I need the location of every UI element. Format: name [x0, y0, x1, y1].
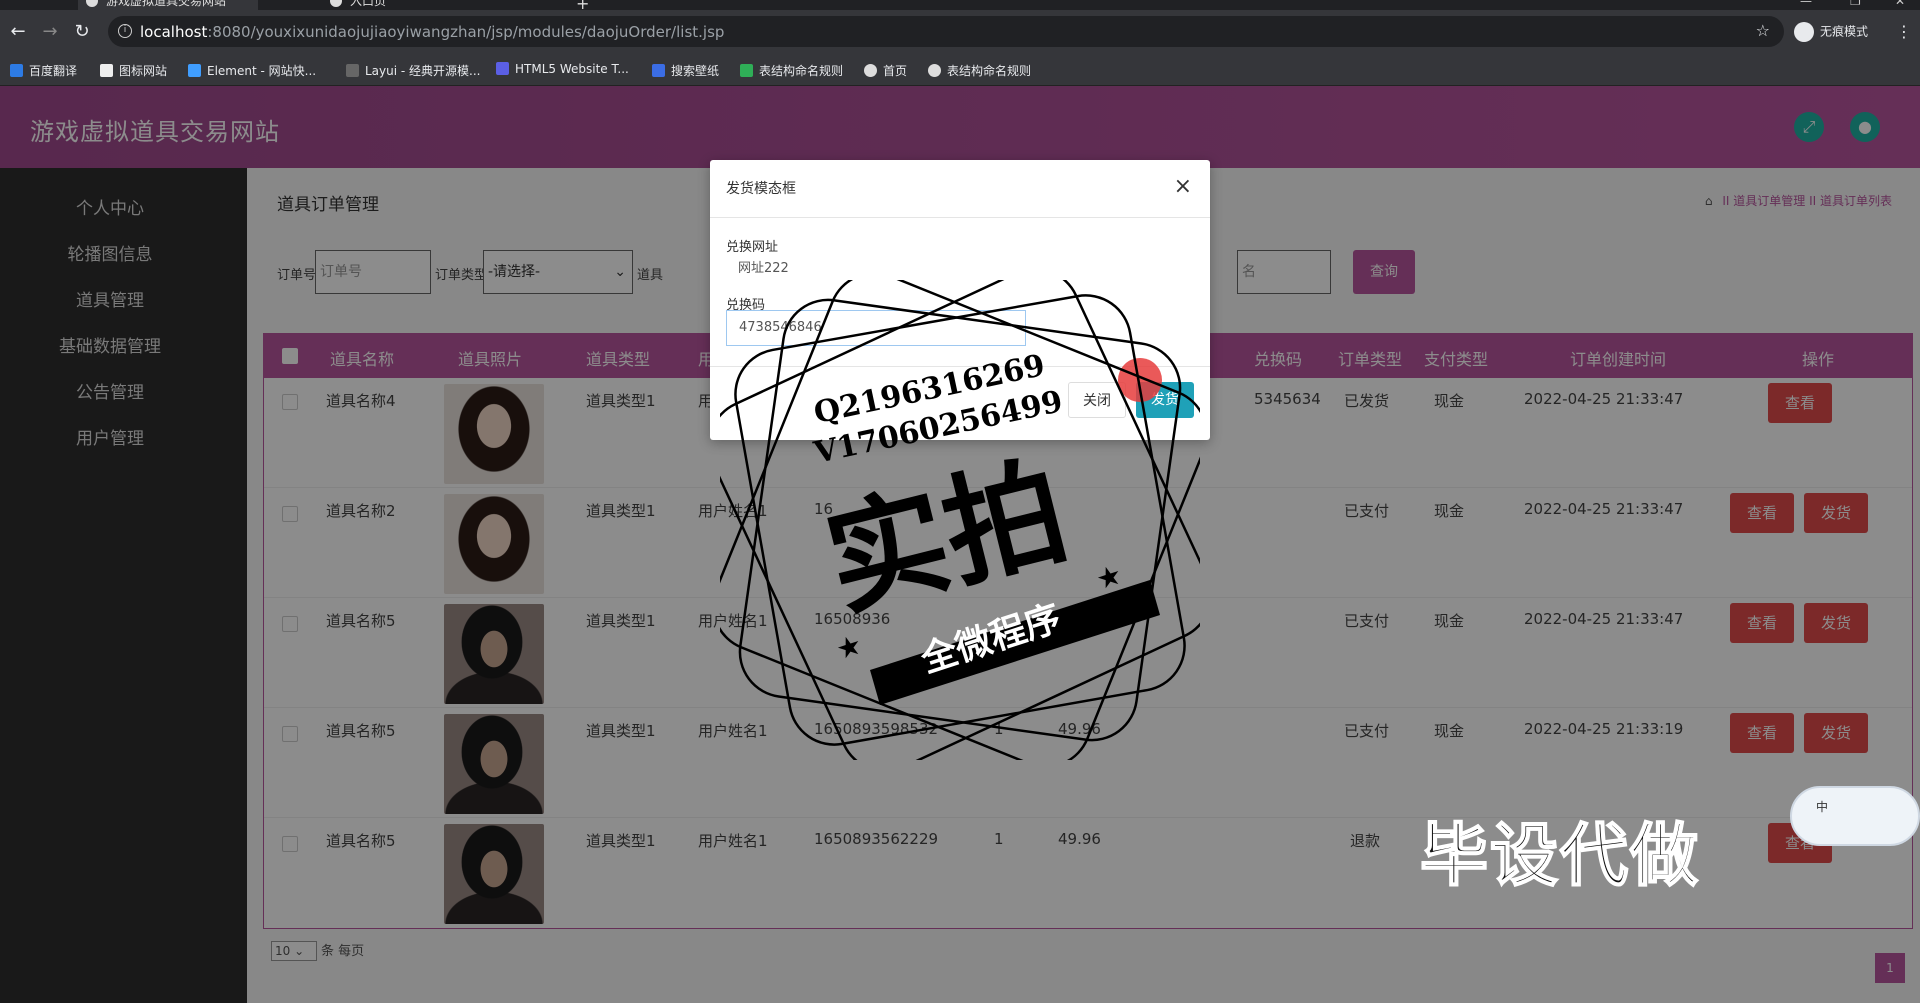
bookmark-label: 表结构命名规则 — [947, 64, 1032, 78]
flag-icon — [100, 64, 113, 77]
incognito-icon — [1794, 22, 1814, 42]
site-info-icon[interactable]: i — [118, 24, 132, 38]
tab-favicon-icon — [86, 0, 98, 7]
watermark-corner-text: 毕设代做 — [1419, 816, 1701, 897]
bookmark-item[interactable]: 表结构命名规则 — [928, 62, 1031, 79]
html5-icon — [496, 62, 509, 75]
back-icon[interactable]: ← — [8, 22, 28, 42]
incognito-indicator[interactable]: 无痕模式 — [1794, 22, 1868, 42]
tab-favicon-icon — [330, 0, 342, 7]
globe-icon — [928, 64, 941, 77]
url-input[interactable]: i localhost:8080/youxixunidaojujiaoyiwan… — [108, 16, 1784, 47]
url-host: localhost — [140, 23, 208, 41]
bookmark-label: Element - 网站快... — [207, 64, 317, 78]
reload-icon[interactable]: ↻ — [72, 22, 92, 42]
incognito-label: 无痕模式 — [1820, 24, 1869, 39]
bookmark-item[interactable]: 百度翻译 — [10, 62, 77, 79]
bookmark-item[interactable]: 表结构命名规则 — [740, 62, 843, 79]
bookmark-label: 百度翻译 — [29, 64, 78, 78]
forward-icon[interactable]: → — [40, 22, 60, 42]
browser-menu-icon[interactable]: ⋮ — [1896, 22, 1912, 41]
bookmark-label: HTML5 Website T... — [515, 62, 629, 76]
browser-tab[interactable]: 入口页 — [322, 0, 482, 10]
bookmarks-bar: 百度翻译 图标网站 Element - 网站快... Layui - 经典开源模… — [0, 53, 1920, 86]
bookmark-item[interactable]: 图标网站 — [100, 62, 167, 79]
browser-tabstrip: 游戏虚拟道具交易网站 入口页 + — ❐ ✕ — [0, 0, 1920, 13]
element-icon — [188, 64, 201, 77]
bookmark-item[interactable]: 搜索壁纸 — [652, 62, 719, 79]
floating-ime-widget[interactable]: 中 — [1790, 786, 1920, 846]
bookmark-item[interactable]: 首页 — [864, 62, 907, 79]
globe-icon — [864, 64, 877, 77]
wallpaper-icon — [652, 64, 665, 77]
minimize-icon[interactable]: — — [1800, 0, 1812, 8]
bookmark-label: Layui - 经典开源模... — [365, 64, 481, 78]
sheet-icon — [740, 64, 753, 77]
modal-header: 发货模态框 × — [710, 160, 1210, 218]
tab-title: 入口页 — [350, 0, 387, 8]
bookmark-item[interactable]: Layui - 经典开源模... — [346, 62, 480, 79]
bookmark-label: 图标网站 — [119, 64, 168, 78]
bookmark-item[interactable]: HTML5 Website T... — [496, 62, 629, 76]
bookmark-star-icon[interactable]: ☆ — [1756, 21, 1770, 40]
tab-title: 游戏虚拟道具交易网站 — [106, 0, 227, 8]
layui-icon — [346, 64, 359, 77]
bookmark-label: 搜索壁纸 — [671, 64, 720, 78]
close-icon[interactable]: × — [1174, 174, 1192, 199]
window-close-icon[interactable]: ✕ — [1895, 0, 1905, 8]
ime-label: 中 — [1816, 800, 1829, 814]
maximize-icon[interactable]: ❐ — [1850, 0, 1861, 8]
bookmark-label: 表结构命名规则 — [759, 64, 844, 78]
modal-title: 发货模态框 — [726, 181, 796, 197]
translate-icon — [10, 64, 23, 77]
url-path: :8080/youxixunidaojujiaoyiwangzhan/jsp/m… — [207, 23, 725, 41]
browser-tab-active[interactable]: 游戏虚拟道具交易网站 — [78, 0, 258, 10]
bookmark-item[interactable]: Element - 网站快... — [188, 62, 316, 79]
bookmark-label: 首页 — [883, 64, 908, 78]
address-bar-row: ← → ↻ i localhost:8080/youxixunidaojujia… — [0, 10, 1920, 53]
watermark-stamp: ★ ★ Q2196316269 V17060256499 实拍 全微程序 — [707, 267, 1213, 773]
